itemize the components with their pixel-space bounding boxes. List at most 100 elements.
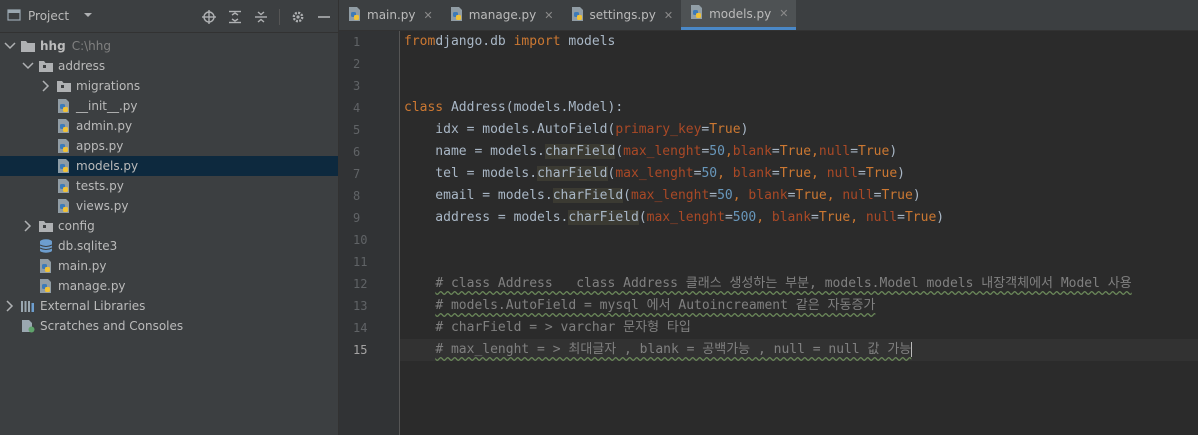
line-number: 14 <box>353 321 368 335</box>
code-token: ) <box>912 188 921 203</box>
code-line[interactable]: # class Address class Address 클래스 생성하는 부… <box>400 273 1198 295</box>
line-number: 4 <box>353 101 361 115</box>
code-token: , <box>826 188 843 203</box>
gear-icon[interactable] <box>290 9 306 25</box>
code-token: blank <box>732 166 772 181</box>
python-file-icon <box>38 258 54 274</box>
tree-item[interactable]: db.sqlite3 <box>0 236 338 256</box>
code-line[interactable] <box>400 251 1198 273</box>
code-token: tel = models. <box>404 166 538 181</box>
python-file-icon <box>570 6 586 25</box>
chevron-right-icon[interactable] <box>4 300 16 312</box>
code-line[interactable]: class Address(models.Model): <box>400 97 1198 119</box>
folder-icon <box>20 38 36 54</box>
folder-icon <box>38 218 54 234</box>
tree-item-label: admin.py <box>76 119 133 133</box>
code-token: charField <box>537 166 608 181</box>
line-number: 9 <box>353 211 361 225</box>
code-line[interactable]: # charField = > varchar 문자형 타입 <box>400 317 1198 339</box>
code-token: , <box>850 210 866 225</box>
tab-label: main.py <box>367 8 416 22</box>
tree-item[interactable]: views.py <box>0 196 338 216</box>
editor-tab[interactable]: models.py ✕ <box>681 0 797 30</box>
code-line[interactable] <box>400 229 1198 251</box>
tree-item[interactable]: tests.py <box>0 176 338 196</box>
tree-item-label: __init__.py <box>76 99 138 113</box>
tree-item[interactable]: apps.py <box>0 136 338 156</box>
database-icon <box>38 238 54 254</box>
tree-item[interactable]: migrations <box>0 76 338 96</box>
code-token: ( <box>615 144 624 159</box>
python-file-icon <box>56 98 72 114</box>
code-token: ) <box>740 122 749 137</box>
code-token: True <box>865 166 898 181</box>
code-token: ) <box>936 210 945 225</box>
editor-tab[interactable]: settings.py ✕ <box>562 0 682 30</box>
code-line[interactable] <box>400 53 1198 75</box>
code-token: class <box>404 100 444 115</box>
tree-item[interactable]: hhg C:\hhg <box>0 36 338 56</box>
code-token: True <box>881 188 913 203</box>
code-token: null <box>826 166 859 181</box>
tree-item[interactable]: address <box>0 56 338 76</box>
code-token: True <box>709 122 741 137</box>
tree-item[interactable]: main.py <box>0 256 338 276</box>
code-token: = <box>811 210 819 225</box>
tree-item[interactable]: Scratches and Consoles <box>0 316 338 336</box>
code-token: from <box>404 34 436 49</box>
locate-target-icon[interactable] <box>201 9 217 25</box>
code-line[interactable] <box>400 75 1198 97</box>
chevron-right-icon[interactable] <box>22 220 34 232</box>
tree-item-path: C:\hhg <box>71 39 111 53</box>
code-line[interactable]: tel = models.charField(max_lenght=50, bl… <box>400 163 1198 185</box>
tree-item-label: hhg <box>40 39 66 53</box>
chevron-down-icon[interactable] <box>22 60 34 72</box>
code-line[interactable]: name = models.charField(max_lenght=50,bl… <box>400 141 1198 163</box>
code-token: 500 <box>732 210 757 225</box>
tree-item-label: Scratches and Consoles <box>40 319 184 333</box>
tree-item[interactable]: External Libraries <box>0 296 338 316</box>
code-token: ( <box>623 188 631 203</box>
line-number: 1 <box>353 35 361 49</box>
tree-item[interactable]: models.py <box>0 156 338 176</box>
code-line[interactable]: idx = models.AutoField(primary_key=True) <box>400 119 1198 141</box>
editor-tab[interactable]: manage.py ✕ <box>441 0 562 30</box>
close-icon[interactable]: ✕ <box>424 9 433 22</box>
code-line[interactable]: # models.AutoField = mysql 에서 Autoincrea… <box>400 295 1198 317</box>
tree-item-label: models.py <box>76 159 139 173</box>
code-line[interactable]: # max_lenght = > 최대글자 , blank = 공백가능 , n… <box>400 339 1198 361</box>
code-token: ( <box>638 210 647 225</box>
tree-item[interactable]: __init__.py <box>0 96 338 116</box>
code-token: , <box>717 166 733 181</box>
tree-item[interactable]: admin.py <box>0 116 338 136</box>
chevron-down-icon[interactable] <box>4 40 16 52</box>
code-token: 50 <box>717 188 733 203</box>
code-token: email = models. <box>404 188 553 203</box>
code-line[interactable]: fromdjango.db import models <box>400 31 1198 53</box>
expand-all-icon[interactable] <box>227 9 243 25</box>
chevron-right-icon[interactable] <box>40 80 52 92</box>
python-file-icon <box>56 138 72 154</box>
code-token: # models.AutoField = mysql 에서 Autoincrea… <box>435 298 876 313</box>
code-line[interactable]: email = models.charField(max_lenght=50, … <box>400 185 1198 207</box>
editor-tab[interactable]: main.py ✕ <box>339 0 441 30</box>
code-token: = <box>873 188 882 203</box>
python-file-icon <box>56 158 72 174</box>
code-token: charField <box>552 188 624 203</box>
close-icon[interactable]: ✕ <box>544 9 553 22</box>
code-line[interactable]: address = models.charField(max_lenght=50… <box>400 207 1198 229</box>
tree-item[interactable]: config <box>0 216 338 236</box>
code-area[interactable]: fromdjango.db import models class Address… <box>400 31 1198 435</box>
code-editor[interactable]: 1 2 3 4 5 6 7 8 9 10 11 12 13 14 15 fromdjango.db impo… <box>339 31 1198 435</box>
tree-item[interactable]: manage.py <box>0 276 338 296</box>
project-panel-header: Project <box>0 0 338 33</box>
collapse-all-icon[interactable] <box>253 9 269 25</box>
tree-item-label: manage.py <box>58 279 126 293</box>
close-icon[interactable]: ✕ <box>779 7 788 20</box>
project-view-selector[interactable]: Project <box>6 7 93 26</box>
close-icon[interactable]: ✕ <box>664 9 673 22</box>
hide-panel-icon[interactable] <box>316 9 332 25</box>
library-icon <box>20 298 36 314</box>
toolbar-separator <box>279 8 280 25</box>
